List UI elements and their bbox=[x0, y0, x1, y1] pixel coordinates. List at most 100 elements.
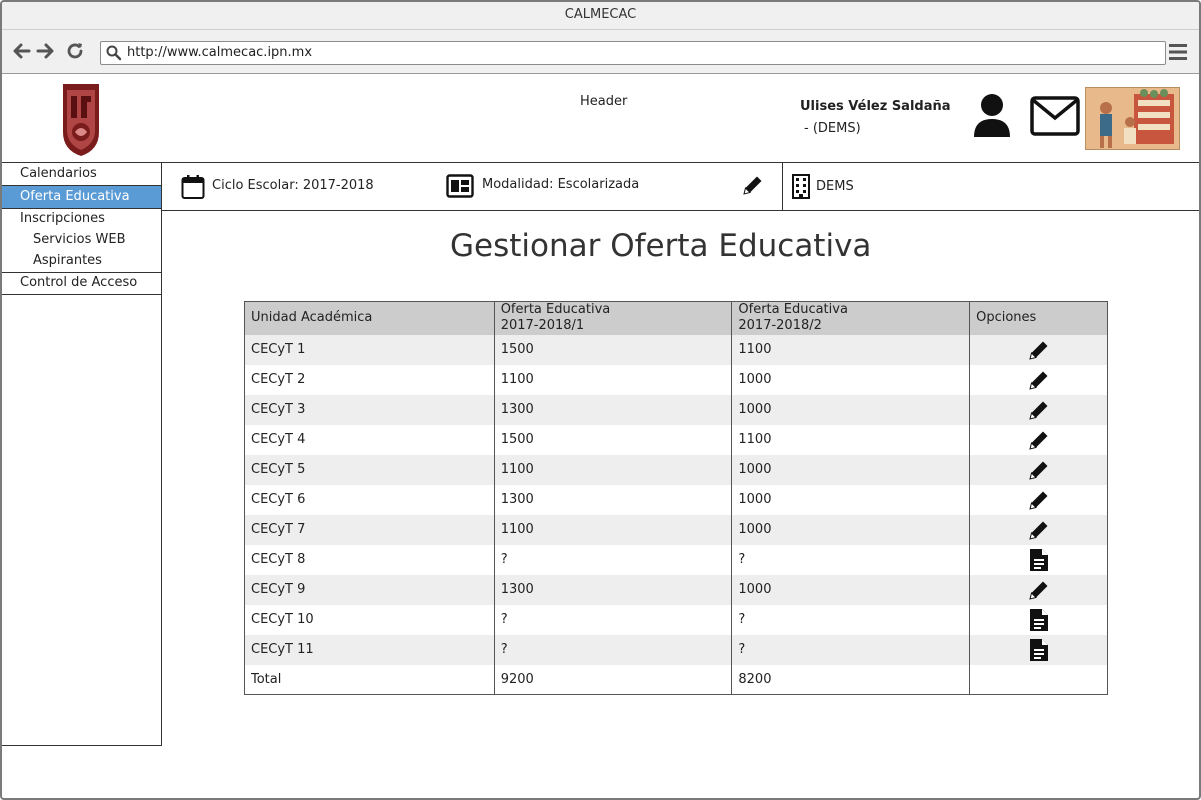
cell-oferta-2: ? bbox=[731, 634, 970, 665]
table-row: CECyT 5 1100 1000 bbox=[244, 454, 1108, 485]
cell-opciones bbox=[969, 484, 1108, 515]
cell-oferta-2: 1000 bbox=[731, 574, 970, 605]
edit-pencil-icon[interactable] bbox=[1028, 339, 1050, 361]
table-row: CECyT 1 1500 1100 bbox=[244, 334, 1108, 365]
cell-oferta-1: 1500 bbox=[493, 334, 732, 365]
cell-unidad: CECyT 8 bbox=[244, 544, 495, 575]
table-row: CECyT 7 1100 1000 bbox=[244, 514, 1108, 545]
table-row: CECyT 10?? bbox=[244, 604, 1108, 635]
table-row: CECyT 11?? bbox=[244, 634, 1108, 665]
document-icon[interactable] bbox=[1029, 548, 1049, 572]
col-header-opciones: Opciones bbox=[969, 301, 1108, 335]
cell-oferta-1: 1100 bbox=[493, 364, 732, 395]
search-icon bbox=[106, 45, 122, 61]
sidebar: Calendarios Operativos Oferta Educativa … bbox=[2, 163, 162, 746]
edit-pencil-icon[interactable] bbox=[1028, 369, 1050, 391]
edit-pencil-icon[interactable] bbox=[1028, 519, 1050, 541]
url-text: http://www.calmecac.ipn.mx bbox=[127, 45, 313, 60]
cell-unidad: CECyT 5 bbox=[244, 454, 495, 485]
cell-oferta-1: ? bbox=[493, 634, 732, 665]
browser-window: CALMECAC http://www.calmecac.ipn.mx Head… bbox=[0, 0, 1201, 800]
sidebar-item-inscripciones[interactable]: Inscripciones bbox=[2, 208, 161, 230]
col-header-oferta-2-label: Oferta Educativa bbox=[738, 302, 848, 318]
cell-unidad: CECyT 6 bbox=[244, 484, 495, 515]
cell-opciones bbox=[969, 544, 1108, 575]
cell-oferta-2: 1000 bbox=[731, 394, 970, 425]
page-title: Gestionar Oferta Educativa bbox=[450, 228, 872, 264]
header-label: Header bbox=[580, 94, 628, 109]
cell-opciones bbox=[969, 454, 1108, 485]
cell-oferta-1: 1100 bbox=[493, 514, 732, 545]
cell-oferta-2: ? bbox=[731, 604, 970, 635]
cell-oferta-2: 1000 bbox=[731, 364, 970, 395]
col-header-oferta-1-label: Oferta Educativa bbox=[500, 302, 611, 318]
cell-total-label: Total bbox=[244, 664, 495, 695]
cell-unidad: CECyT 4 bbox=[244, 424, 495, 455]
hamburger-menu-icon[interactable] bbox=[1169, 43, 1187, 61]
context-bar: Ciclo Escolar: 2017-2018 Modalidad: Esco… bbox=[162, 163, 1199, 211]
document-icon[interactable] bbox=[1029, 638, 1049, 662]
table-row: CECyT 4 1500 1100 bbox=[244, 424, 1108, 455]
cell-unidad: CECyT 10 bbox=[244, 604, 495, 635]
user-name: Ulises Vélez Saldaña bbox=[800, 99, 951, 114]
sidebar-item-servicios-web[interactable]: Servicios WEB bbox=[2, 229, 161, 251]
window-title: CALMECAC bbox=[2, 2, 1199, 30]
table-header-row: Unidad Académica Oferta Educativa 2017-20… bbox=[244, 301, 1108, 335]
col-header-oferta-1: Oferta Educativa 2017-2018/1 bbox=[493, 301, 732, 335]
sidebar-item-calendarios[interactable]: Calendarios Operativos bbox=[2, 163, 161, 203]
sidebar-item-oferta-educativa[interactable]: Oferta Educativa bbox=[2, 186, 161, 208]
back-arrow-icon[interactable] bbox=[10, 40, 32, 62]
address-bar[interactable]: http://www.calmecac.ipn.mx bbox=[100, 41, 1166, 65]
codex-illustration-icon bbox=[1086, 88, 1179, 149]
browser-toolbar: http://www.calmecac.ipn.mx bbox=[2, 30, 1199, 74]
table-row: CECyT 9 1300 1000 bbox=[244, 574, 1108, 605]
calendar-icon bbox=[181, 175, 205, 199]
table-row: CECyT 6 1300 1000 bbox=[244, 484, 1108, 515]
sidebar-item-aspirantes[interactable]: Aspirantes bbox=[2, 250, 161, 272]
cell-unidad: CECyT 3 bbox=[244, 394, 495, 425]
edit-pencil-icon[interactable] bbox=[1028, 459, 1050, 481]
cell-opciones bbox=[969, 574, 1108, 605]
cell-oferta-1: ? bbox=[493, 544, 732, 575]
context-bar-divider bbox=[782, 163, 783, 211]
cell-unidad: CECyT 2 bbox=[244, 364, 495, 395]
edit-pencil-icon[interactable] bbox=[1028, 399, 1050, 421]
col-header-oferta-2-period: 2017-2018/2 bbox=[738, 318, 822, 334]
avatar-image[interactable] bbox=[1085, 87, 1180, 150]
col-header-unidad: Unidad Académica bbox=[244, 301, 495, 335]
edit-pencil-icon[interactable] bbox=[1028, 429, 1050, 451]
cell-opciones bbox=[969, 634, 1108, 665]
ipn-logo bbox=[63, 84, 99, 156]
col-header-unidad-label: Unidad Académica bbox=[251, 310, 373, 326]
cell-opciones bbox=[969, 364, 1108, 395]
forward-arrow-icon[interactable] bbox=[35, 40, 57, 62]
edit-pencil-icon[interactable] bbox=[1028, 579, 1050, 601]
dashboard-icon bbox=[446, 174, 474, 198]
user-icon[interactable] bbox=[972, 93, 1012, 137]
dependencia-text: DEMS bbox=[816, 179, 854, 194]
cell-unidad: CECyT 9 bbox=[244, 574, 495, 605]
reload-icon[interactable] bbox=[64, 40, 86, 62]
cell-opciones bbox=[969, 604, 1108, 635]
modalidad-text: Modalidad: Escolarizada bbox=[482, 177, 640, 192]
cell-oferta-2: 1000 bbox=[731, 514, 970, 545]
cell-opciones bbox=[969, 424, 1108, 455]
cell-oferta-1: 1300 bbox=[493, 574, 732, 605]
edit-pencil-icon[interactable] bbox=[742, 174, 764, 196]
col-header-opciones-label: Opciones bbox=[976, 310, 1037, 326]
cell-opciones bbox=[969, 334, 1108, 365]
document-icon[interactable] bbox=[1029, 608, 1049, 632]
table-row: CECyT 2 1100 1000 bbox=[244, 364, 1108, 395]
sidebar-item-control-acceso[interactable]: Control de Acceso bbox=[2, 272, 161, 294]
cell-oferta-1: ? bbox=[493, 604, 732, 635]
cell-unidad: CECyT 11 bbox=[244, 634, 495, 665]
mail-icon[interactable] bbox=[1030, 96, 1080, 136]
oferta-table: Unidad Académica Oferta Educativa 2017-20… bbox=[244, 301, 1108, 695]
cell-oferta-1: 1100 bbox=[493, 454, 732, 485]
cell-unidad: CECyT 1 bbox=[244, 334, 495, 365]
user-role: - (DEMS) bbox=[804, 121, 861, 136]
table-total-row: Total 9200 8200 bbox=[244, 664, 1108, 695]
cell-oferta-1: 1300 bbox=[493, 484, 732, 515]
edit-pencil-icon[interactable] bbox=[1028, 489, 1050, 511]
cell-oferta-2: 1000 bbox=[731, 454, 970, 485]
